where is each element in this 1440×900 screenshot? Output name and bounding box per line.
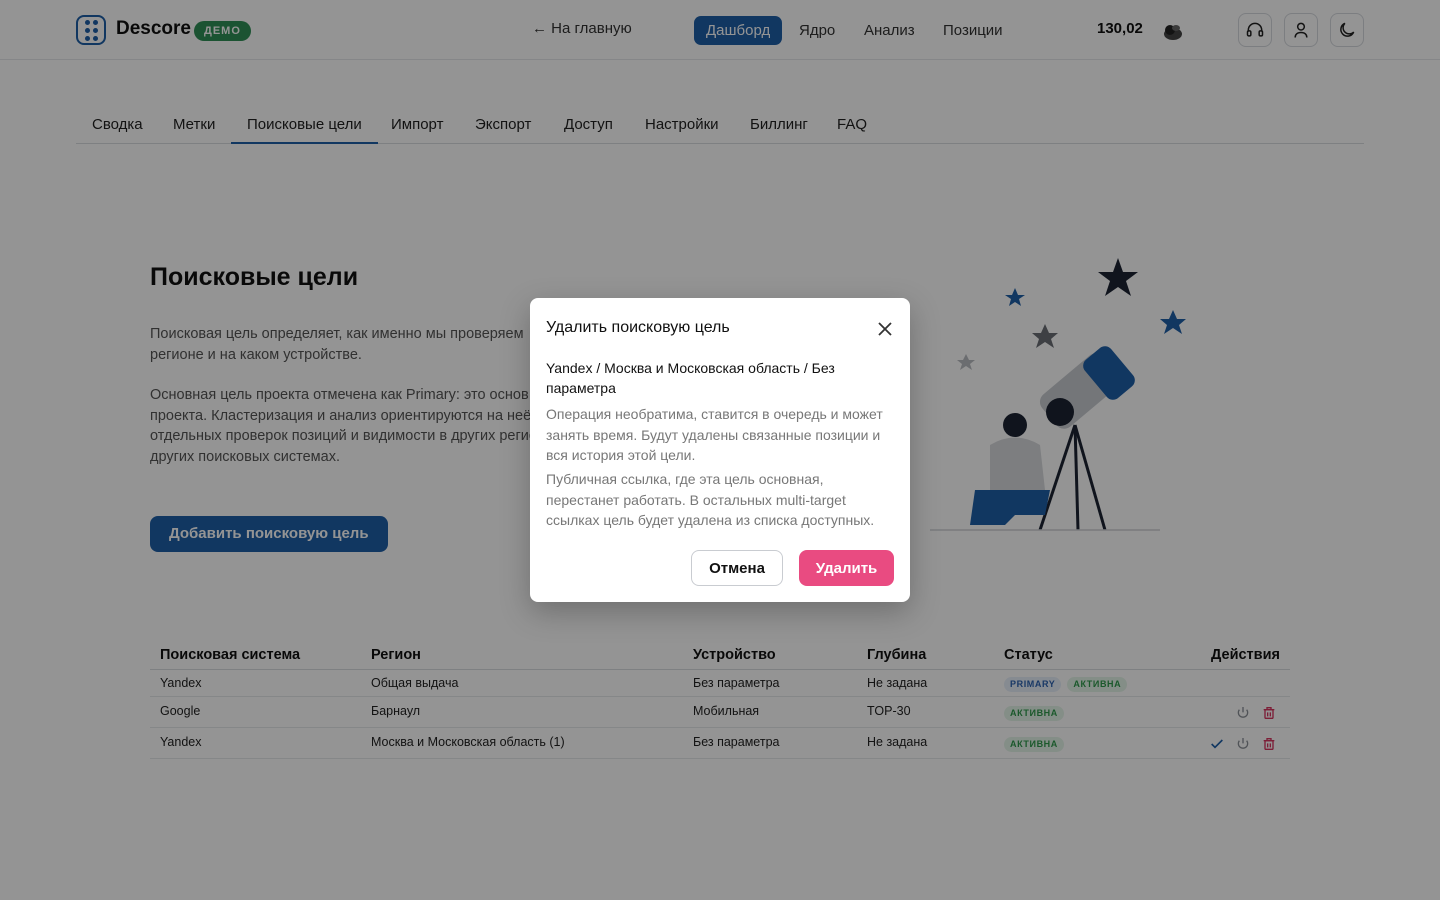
delete-button[interactable]: Удалить — [799, 550, 894, 586]
close-button[interactable] — [874, 318, 896, 340]
close-icon — [878, 322, 892, 336]
target-description: Yandex / Москва и Московская область / Б… — [546, 360, 835, 396]
irreversible-warning: Операция необратима, ставится в очередь … — [546, 406, 883, 463]
dialog-title: Удалить поисковую цель — [546, 319, 730, 336]
delete-target-dialog: Удалить поисковую цель Yandex / Москва и… — [530, 298, 910, 602]
public-link-note: Публичная ссылка, где эта цель основная,… — [546, 471, 875, 528]
cancel-button[interactable]: Отмена — [691, 550, 783, 586]
